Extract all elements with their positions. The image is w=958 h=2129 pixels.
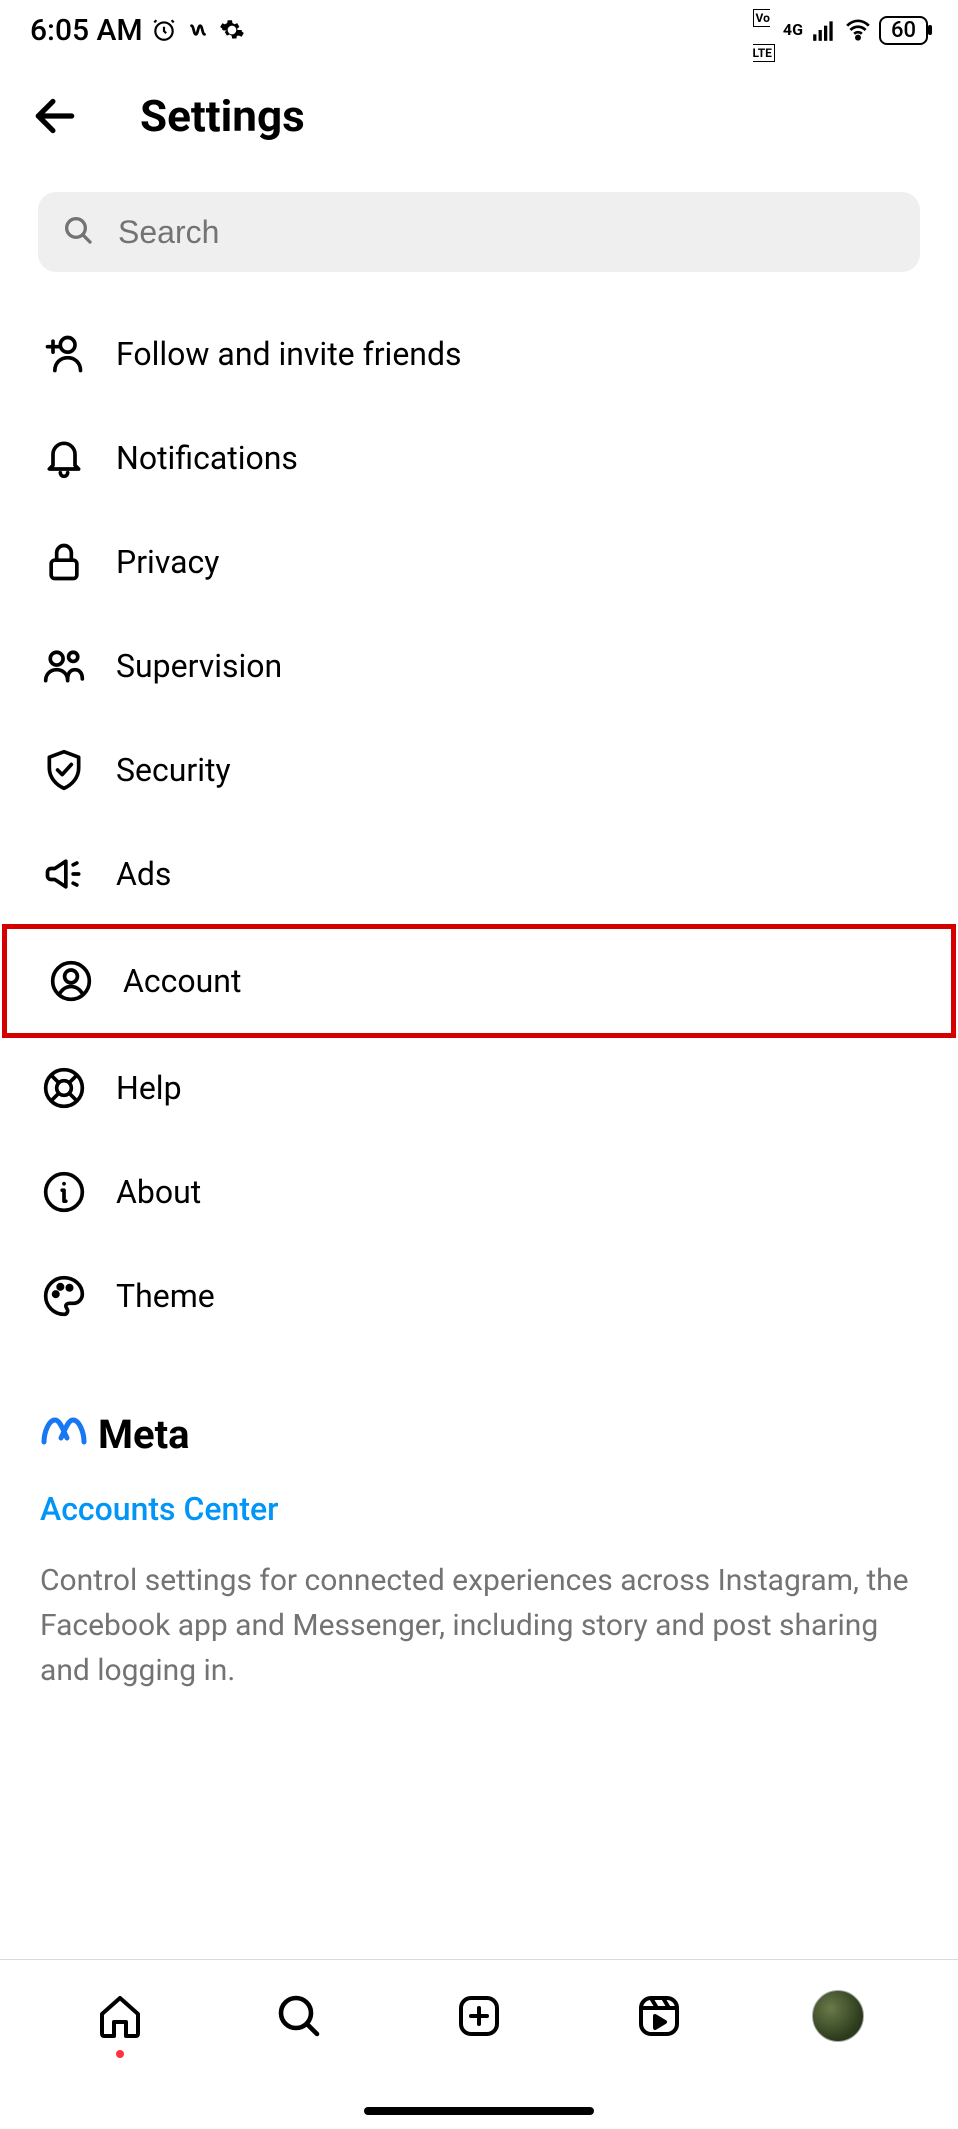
menu-item-label: Account — [123, 962, 241, 1000]
menu-item-about[interactable]: About — [0, 1140, 958, 1244]
menu-item-supervision[interactable]: Supervision — [0, 614, 958, 718]
signal-icon — [811, 17, 837, 43]
person-circle-icon — [47, 957, 95, 1005]
avatar — [812, 1990, 864, 2042]
nav-create[interactable] — [451, 1988, 507, 2044]
status-bar: 6:05 AM VoLTE 4G 60 — [0, 0, 958, 60]
meta-brand-name: Meta — [98, 1411, 190, 1458]
volte-icon: VoLTE — [753, 0, 775, 65]
lifebuoy-icon — [40, 1064, 88, 1112]
lock-icon — [40, 538, 88, 586]
menu-item-label: Security — [116, 751, 231, 789]
settings-menu: Follow and invite friends Notifications … — [0, 272, 958, 1368]
menu-item-account[interactable]: Account — [2, 924, 956, 1038]
accounts-center-link[interactable]: Accounts Center — [40, 1490, 918, 1528]
menu-item-notifications[interactable]: Notifications — [0, 406, 958, 510]
gesture-bar — [364, 2107, 594, 2115]
menu-item-label: Follow and invite friends — [116, 335, 462, 373]
menu-item-security[interactable]: Security — [0, 718, 958, 822]
meta-logo-icon — [40, 1408, 88, 1460]
menu-item-privacy[interactable]: Privacy — [0, 510, 958, 614]
search-icon — [62, 214, 94, 250]
home-notification-dot — [116, 2050, 124, 2058]
status-left: 6:05 AM — [30, 13, 245, 48]
shield-check-icon — [40, 746, 88, 794]
menu-item-label: Privacy — [116, 543, 219, 581]
meta-description: Control settings for connected experienc… — [40, 1558, 918, 1693]
header: Settings — [0, 60, 958, 192]
person-add-icon — [40, 330, 88, 378]
status-time: 6:05 AM — [30, 13, 143, 48]
battery-level: 60 — [879, 16, 928, 45]
search-box[interactable] — [38, 192, 920, 272]
nav-reels[interactable] — [631, 1988, 687, 2044]
nav-profile[interactable] — [810, 1988, 866, 2044]
menu-item-label: Notifications — [116, 439, 298, 477]
menu-item-label: Help — [116, 1069, 182, 1107]
menu-item-label: Supervision — [116, 647, 282, 685]
bell-icon — [40, 434, 88, 482]
megaphone-icon — [40, 850, 88, 898]
menu-item-follow-invite[interactable]: Follow and invite friends — [0, 302, 958, 406]
search-container — [0, 192, 958, 272]
people-icon — [40, 642, 88, 690]
bottom-nav — [0, 1959, 958, 2129]
page-title: Settings — [140, 90, 305, 142]
nav-search[interactable] — [271, 1988, 327, 2044]
wifi-icon — [845, 17, 871, 43]
nav-home[interactable] — [92, 1988, 148, 2044]
alarm-icon — [151, 17, 177, 43]
menu-item-ads[interactable]: Ads — [0, 822, 958, 926]
network-type: 4G — [783, 24, 803, 36]
palette-icon — [40, 1272, 88, 1320]
menu-item-theme[interactable]: Theme — [0, 1244, 958, 1348]
search-input[interactable] — [118, 214, 896, 251]
status-right: VoLTE 4G 60 — [753, 0, 928, 65]
menu-item-label: About — [116, 1173, 201, 1211]
vibrate-icon — [185, 17, 211, 43]
menu-item-label: Theme — [116, 1277, 215, 1315]
gear-icon — [219, 17, 245, 43]
meta-brand-row: Meta — [40, 1408, 918, 1460]
menu-item-label: Ads — [116, 855, 171, 893]
info-icon — [40, 1168, 88, 1216]
menu-item-help[interactable]: Help — [0, 1036, 958, 1140]
meta-section: Meta Accounts Center Control settings fo… — [0, 1368, 958, 1753]
back-button[interactable] — [30, 91, 80, 141]
